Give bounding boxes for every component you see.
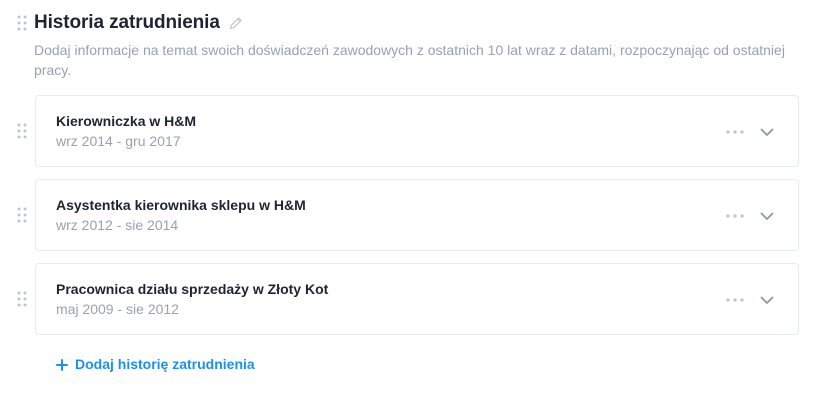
employment-history-section: Historia zatrudnienia Dodaj informacje n…	[0, 0, 816, 400]
entry-title: Asystentka kierownika sklepu w H&M	[56, 197, 306, 213]
entry-drag-handle-icon[interactable]	[17, 291, 27, 307]
entry-drag-handle-icon[interactable]	[17, 207, 27, 223]
pencil-icon[interactable]	[228, 15, 244, 31]
add-employment-history-button[interactable]: Dodaj historię zatrudnienia	[56, 356, 255, 372]
more-options-icon[interactable]	[726, 292, 744, 308]
section-drag-handle-icon[interactable]	[17, 15, 27, 31]
chevron-down-icon[interactable]	[759, 208, 775, 224]
section-description: Dodaj informacje na temat swoich doświad…	[34, 42, 785, 78]
entry-title: Pracownica działu sprzedaży w Złoty Kot	[56, 281, 329, 297]
more-options-icon[interactable]	[726, 124, 744, 140]
plus-icon	[56, 358, 68, 371]
entry-dates: wrz 2014 - gru 2017	[56, 133, 181, 149]
employment-entry-card[interactable]: Pracownica działu sprzedaży w Złoty Kot …	[35, 263, 799, 335]
entry-dates: maj 2009 - sie 2012	[56, 301, 179, 317]
employment-entry-card[interactable]: Asystentka kierownika sklepu w H&M wrz 2…	[35, 179, 799, 251]
entry-dates: wrz 2012 - sie 2014	[56, 217, 179, 233]
add-employment-history-label: Dodaj historię zatrudnienia	[75, 356, 255, 372]
chevron-down-icon[interactable]	[759, 292, 775, 308]
entry-drag-handle-icon[interactable]	[17, 123, 27, 139]
section-title[interactable]: Historia zatrudnienia	[34, 12, 220, 34]
employment-entry-card[interactable]: Kierowniczka w H&M wrz 2014 - gru 2017	[35, 95, 799, 167]
section-header: Historia zatrudnienia	[34, 10, 244, 36]
more-options-icon[interactable]	[726, 208, 744, 224]
entry-title: Kierowniczka w H&M	[56, 113, 197, 129]
chevron-down-icon[interactable]	[759, 124, 775, 140]
